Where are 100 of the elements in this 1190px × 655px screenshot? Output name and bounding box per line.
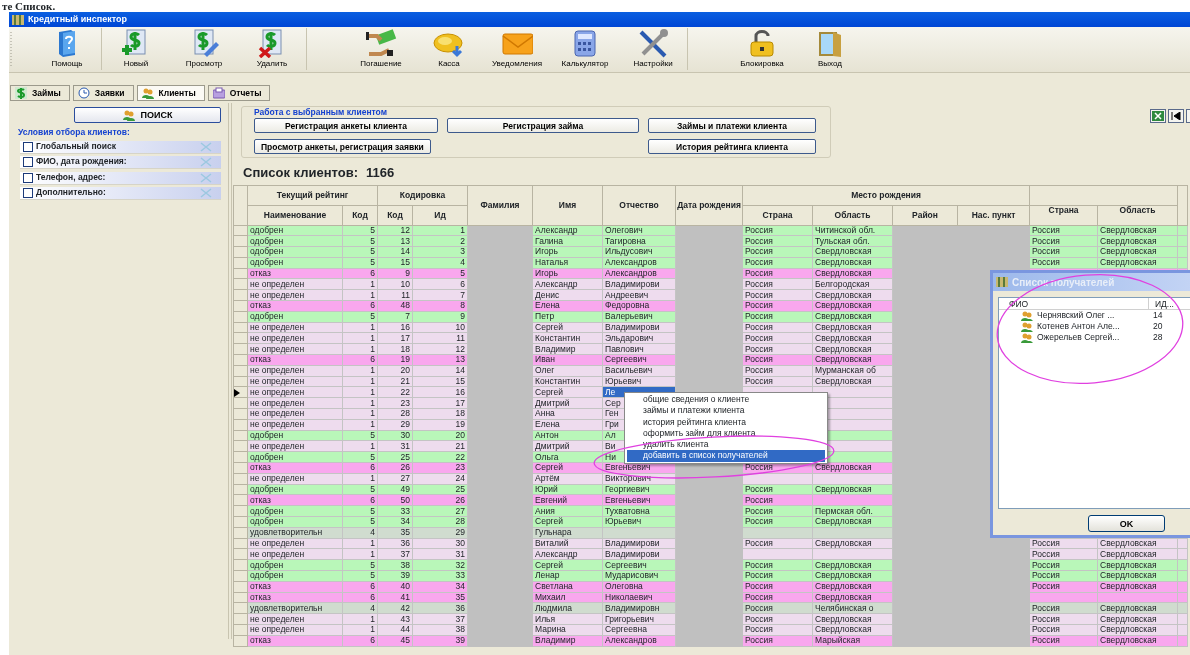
table-cell: одобрен: [247, 311, 343, 323]
tab[interactable]: Займы: [10, 85, 70, 101]
table-cell: 4: [412, 257, 468, 269]
toolbar-button[interactable]: Погашение: [347, 28, 415, 70]
menu-item[interactable]: добавить в список получателей: [627, 450, 825, 462]
table-cell: 18: [377, 343, 413, 355]
table-cell: 13: [377, 235, 413, 247]
toolbar-button[interactable]: Уведомления: [483, 28, 551, 70]
column-header: Фамилия: [467, 185, 533, 225]
table-cell: 14: [377, 246, 413, 258]
table-cell: Свердловская: [1097, 257, 1178, 269]
table-cell: Россия: [742, 602, 813, 614]
table-cell: 19: [412, 419, 468, 431]
list-item[interactable]: Котенев Антон Але... 20: [999, 321, 1190, 332]
toolbar-button[interactable]: Удалить: [238, 28, 306, 70]
action-button[interactable]: Регистрация анкеты клиента: [254, 118, 438, 133]
table-cell: не определен: [247, 397, 343, 409]
table-cell: Евгений: [532, 494, 603, 506]
table-cell: 3: [412, 246, 468, 258]
toolbar-button[interactable]: Блокировка: [728, 28, 796, 70]
action-button[interactable]: Просмотр анкеты, регистрация заявки: [254, 139, 431, 154]
table-cell: Свердловская: [812, 376, 893, 387]
table-cell: 48: [377, 300, 413, 312]
table-cell: Владимирови: [602, 322, 676, 333]
toolbar-button[interactable]: Помощь: [33, 28, 101, 70]
table-cell: 17: [412, 397, 468, 409]
table-cell: Россия: [742, 559, 813, 571]
table-cell: Россия: [1029, 602, 1098, 614]
table-cell: 34: [377, 516, 413, 528]
table-cell: 21: [412, 440, 468, 452]
action-button[interactable]: Регистрация займа: [447, 118, 639, 133]
list-item[interactable]: Чернявский Олег ... 14: [999, 310, 1190, 321]
table-cell: Ленар: [532, 570, 603, 582]
table-cell: Россия: [1029, 613, 1098, 625]
table-cell: 24: [412, 473, 468, 485]
table-cell: 5: [342, 484, 378, 495]
client-count: 1166: [366, 164, 395, 182]
toolbar-button[interactable]: Просмотр: [170, 28, 238, 70]
table-cell: 27: [377, 473, 413, 485]
filter-row[interactable]: ФИО, дата рождения:: [20, 155, 221, 169]
tab[interactable]: Отчеты: [207, 85, 271, 101]
table-cell: Россия: [742, 516, 813, 528]
table-cell: 15: [412, 376, 468, 387]
table-cell: Свердловская: [812, 332, 893, 344]
table-cell: 23: [412, 462, 468, 474]
toolbar-button[interactable]: Касса: [415, 28, 483, 70]
ok-button[interactable]: OK: [1088, 515, 1165, 532]
table-cell: 34: [412, 581, 468, 593]
table-cell: Владимирови: [602, 548, 676, 560]
table-cell: Галина: [532, 235, 603, 247]
toolbar-button[interactable]: Новый: [102, 28, 170, 70]
table-cell: Сергей: [532, 322, 603, 333]
table-cell: Россия: [742, 365, 813, 377]
action-button[interactable]: Займы и платежи клиента: [648, 118, 816, 133]
table-cell: одобрен: [247, 430, 343, 441]
table-cell: Россия: [742, 343, 813, 355]
filter-row[interactable]: Глобальный поиск: [20, 140, 221, 154]
toolbar-button[interactable]: Настройки: [619, 28, 687, 70]
table-cell: не определен: [247, 624, 343, 636]
list-item[interactable]: Ожерельев Сергей... 28: [999, 332, 1190, 343]
table-cell: отказ: [247, 268, 343, 279]
table-cell: 2: [412, 235, 468, 247]
table-cell: Свердловская: [1097, 635, 1178, 647]
table-cell: Сергей: [532, 559, 603, 571]
table-cell: 5: [342, 559, 378, 571]
table-cell: Ильдусович: [602, 246, 676, 258]
column-header: Дата рождения: [675, 185, 743, 225]
action-button[interactable]: История рейтинга клиента: [648, 139, 816, 154]
table-cell: Свердловская: [812, 268, 893, 279]
table-cell: Свердловская: [812, 613, 893, 625]
table-cell: 41: [377, 592, 413, 603]
table-cell: Россия: [1029, 635, 1098, 647]
column-header: Текущий рейтинг: [247, 185, 378, 205]
table-cell: Тагировна: [602, 235, 676, 247]
table-cell: 30: [412, 538, 468, 549]
table-cell: Антон: [532, 430, 603, 441]
table-cell: Россия: [1029, 624, 1098, 636]
table-cell: Денис: [532, 289, 603, 301]
table-cell: 44: [377, 624, 413, 636]
table-cell: Свердловская: [1097, 225, 1178, 236]
tab[interactable]: Заявки: [72, 85, 134, 101]
table-cell: 5: [342, 257, 378, 269]
list-title: Список клиентов:: [243, 164, 358, 182]
table-cell: Россия: [742, 235, 813, 247]
toolbar-button[interactable]: Калькулятор: [551, 28, 619, 70]
table-cell: 13: [412, 354, 468, 366]
table-cell: 37: [377, 548, 413, 560]
table-cell: 6: [342, 268, 378, 279]
filter-row[interactable]: Дополнительно:: [20, 186, 221, 200]
table-cell: 12: [412, 343, 468, 355]
table-cell: Россия: [742, 592, 813, 603]
table-cell: Свердловская: [812, 311, 893, 323]
table-cell: Светлана: [532, 581, 603, 593]
search-button[interactable]: ПОИСК: [74, 107, 221, 123]
table-cell: 31: [412, 548, 468, 560]
table-cell: 18: [412, 408, 468, 420]
toolbar-button[interactable]: Выход: [796, 28, 864, 70]
tab[interactable]: Клиенты: [136, 85, 205, 101]
table-cell: Свердловская: [812, 581, 893, 593]
filter-row[interactable]: Телефон, адрес:: [20, 171, 221, 185]
